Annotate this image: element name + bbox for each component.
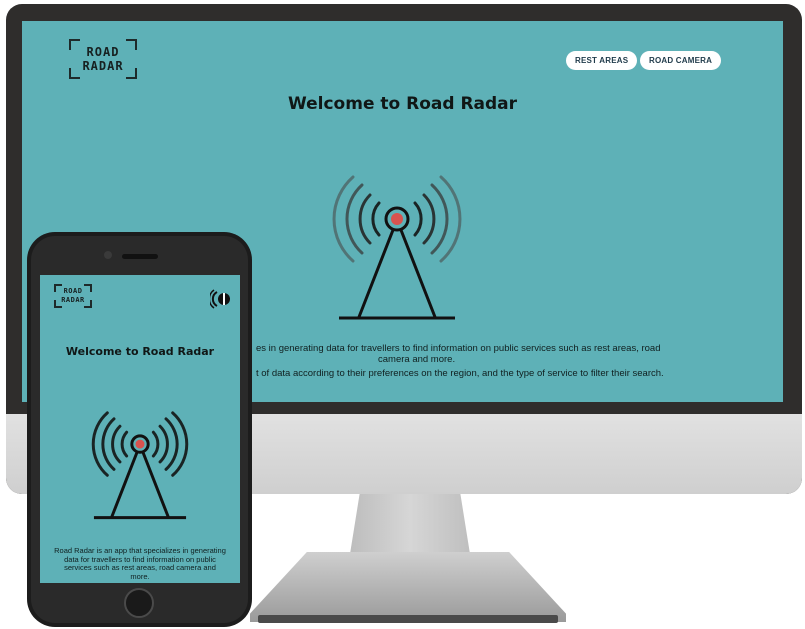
- nav-road-camera-button[interactable]: ROAD CAMERA: [640, 51, 722, 70]
- description-line-1: es in generating data for travellers to …: [256, 343, 661, 354]
- phone-camera: [104, 251, 112, 259]
- description-line-2: camera and more.: [378, 354, 456, 365]
- mobile-logo-text-line2: RADAR: [61, 296, 85, 304]
- mobile-logo-text-line1: ROAD: [63, 287, 83, 295]
- radar-tower-icon: [332, 175, 462, 320]
- mobile-logo[interactable]: ROAD RADAR: [54, 284, 92, 308]
- phone-speaker: [122, 254, 158, 259]
- mobile-screen: ROAD RADAR Welcome to Road Radar Road Ra…: [40, 275, 240, 583]
- phone-home-button[interactable]: [124, 588, 154, 618]
- nav-rest-areas-button[interactable]: REST AREAS: [566, 51, 638, 70]
- monitor-stand-base: [250, 552, 566, 622]
- description-line-3: t of data according to their preferences…: [256, 368, 664, 379]
- monitor-stand-neck: [350, 494, 470, 554]
- logo[interactable]: ROAD RADAR: [69, 39, 137, 79]
- mobile-radar-tower-icon: [91, 411, 189, 520]
- mobile-description: Road Radar is an app that specializes in…: [54, 546, 226, 581]
- menu-toggle-icon[interactable]: [210, 289, 234, 309]
- page-title: Welcome to Road Radar: [287, 94, 518, 114]
- mobile-page-title: Welcome to Road Radar: [65, 345, 215, 358]
- logo-text-line2: RADAR: [82, 59, 124, 73]
- logo-text-line1: ROAD: [86, 45, 120, 59]
- monitor-stand-shadow: [258, 615, 558, 623]
